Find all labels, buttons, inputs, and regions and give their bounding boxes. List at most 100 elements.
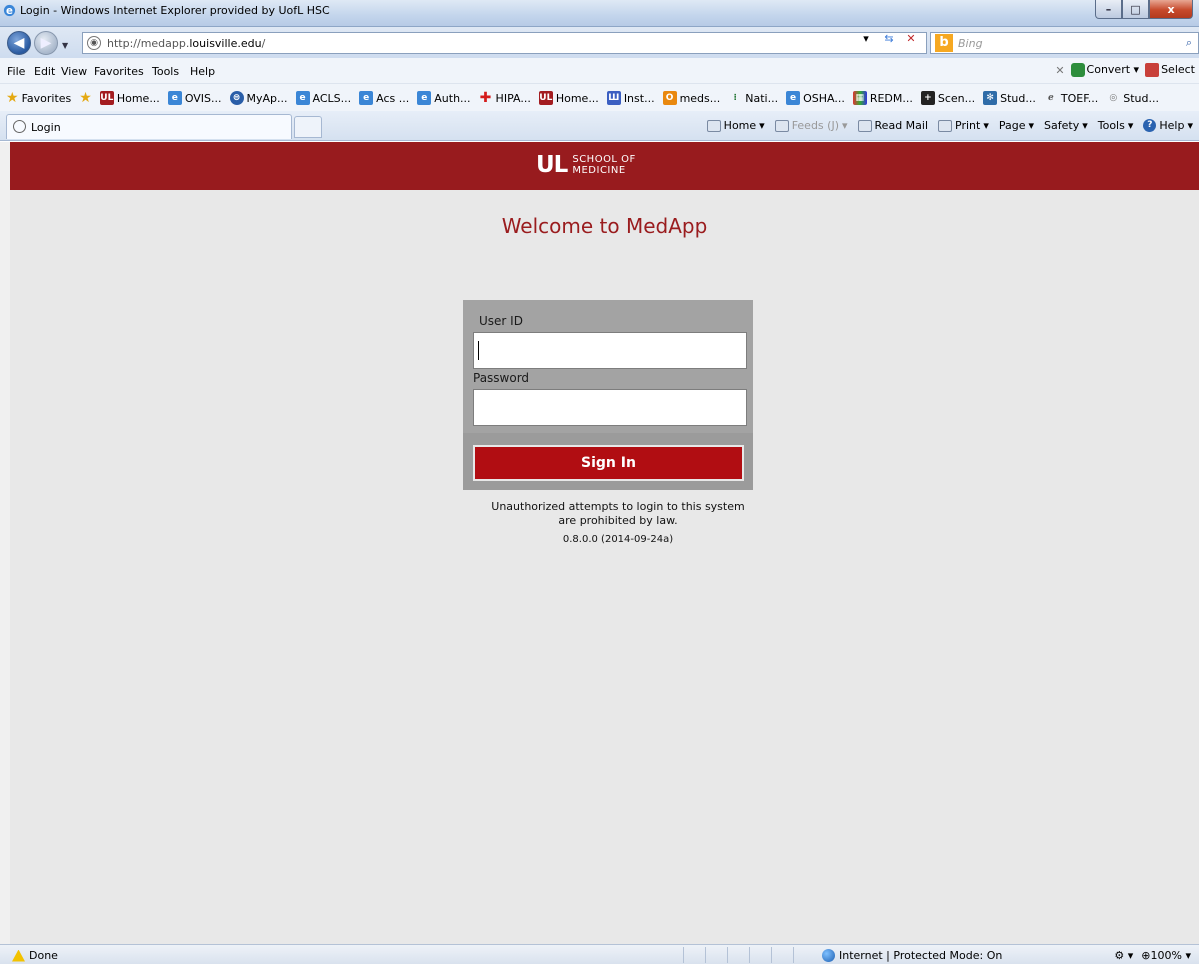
warning-icon [12,949,25,962]
close-toolbar-icon[interactable]: ✕ [1055,64,1064,77]
minimize-button[interactable]: – [1095,0,1122,19]
back-button[interactable]: ◀ [7,31,31,55]
address-url[interactable]: http://medapp.louisville.edu/ [107,37,265,50]
address-dropdown-icon[interactable]: ▾ [857,30,875,48]
school-of-medicine-logo: UL SCHOOL OF MEDICINE [536,153,636,177]
select-button[interactable]: Select [1145,63,1195,77]
svg-text:e: e [6,6,13,17]
search-input[interactable]: b Bing ⌕ [930,32,1199,54]
favorite-link-1[interactable]: UL Home... [99,90,160,106]
address-row: ◀ ▶ ▼ ◉ http://medapp.louisville.edu/ ▾ … [0,27,1199,58]
favorite-link-13[interactable]: ▦ REDM... [852,90,913,106]
window-title: Login - Windows Internet Explorer provid… [20,4,330,17]
red-cross-icon: ✚ [479,90,492,106]
new-tab-button[interactable] [294,116,322,138]
favorite-link-16[interactable]: ℯ TOEF... [1044,90,1098,106]
zoom-control[interactable]: ⊕100% ▾ [1141,949,1191,962]
ul-icon: UL [99,91,114,105]
convert-icon [1070,63,1085,77]
ie-page-icon: e [167,91,182,105]
favorite-link-6[interactable]: e Auth... [417,90,471,106]
history-dropdown-icon[interactable]: ▼ [62,41,68,50]
password-input[interactable] [473,389,747,426]
ie-page-icon: e [295,91,310,105]
status-done: Done [12,949,58,962]
ie-outline-icon: ℯ [1048,93,1054,103]
menu-tools[interactable]: Tools [152,65,179,78]
print-button[interactable]: Print ▾ [938,119,989,132]
security-zone[interactable]: Internet | Protected Mode: On [822,949,1002,962]
forward-button[interactable]: ▶ [34,31,58,55]
menu-edit[interactable]: Edit [34,65,55,78]
user-id-input[interactable] [473,332,747,369]
favorite-link-11[interactable]: ⁝ Nati... [728,90,779,106]
stop-icon[interactable]: ✕ [902,30,920,48]
help-icon: ? [1143,119,1157,132]
menu-file[interactable]: File [7,65,25,78]
refresh-icon[interactable]: ⇆ [880,30,898,48]
ie-page-icon: e [359,91,374,105]
tab-row: Login Home ▾ Feeds (J) ▾ Read Mail Print… [0,111,1199,141]
sign-in-button[interactable]: Sign In [473,445,744,481]
favorite-link-12[interactable]: e OSHA... [786,90,845,106]
favorite-link-8[interactable]: UL Home... [538,90,599,106]
ul-logo-mark: UL [536,152,568,178]
close-button[interactable]: x [1149,0,1193,19]
tab-login[interactable]: Login [6,114,292,139]
logo-line-1: SCHOOL OF [572,154,636,165]
favorite-link-17[interactable]: ◎ Stud... [1106,90,1159,106]
home-icon [706,119,721,132]
window-title-bar[interactable]: e Login - Windows Internet Explorer prov… [0,0,1199,27]
tools-menu-button[interactable]: Tools ▾ [1098,119,1134,132]
favorite-link-2[interactable]: e OVIS... [167,90,222,106]
menu-favorites[interactable]: Favorites [94,65,144,78]
page-viewport: UL SCHOOL OF MEDICINE Welcome to MedApp U… [0,142,1199,944]
convert-button[interactable]: Convert ▾ [1070,63,1139,77]
myapps-icon: ⊜ [229,91,244,105]
read-mail-button[interactable]: Read Mail [857,119,928,132]
favorite-link-4[interactable]: e ACLS... [295,90,351,106]
favorite-link-7[interactable]: ✚ HIPA... [479,90,531,106]
home-button[interactable]: Home ▾ [706,119,765,132]
favorite-link-15[interactable]: ✻ Stud... [983,90,1036,106]
add-favorite-icon: ★ [79,90,92,106]
maximize-button[interactable]: □ [1122,0,1149,19]
header-banner: UL SCHOOL OF MEDICINE [10,142,1199,190]
user-id-label: User ID [479,314,523,328]
favorite-link-9[interactable]: Ш Inst... [606,90,655,106]
safety-menu-button[interactable]: Safety ▾ [1044,119,1088,132]
outlook-icon: O [662,91,677,105]
ul-icon: UL [538,91,553,105]
menu-view[interactable]: View [61,65,87,78]
plus-icon: + [920,91,935,105]
status-panes [683,947,815,963]
bing-logo-icon: b [935,34,953,52]
feeds-button[interactable]: Feeds (J) ▾ [774,119,848,132]
version-label: 0.8.0.0 (2014-09-24a) [562,534,674,545]
logo-line-2: MEDICINE [572,165,626,176]
menu-help[interactable]: Help [190,65,215,78]
favorites-button[interactable]: ★ Favorites [6,90,71,106]
search-icon[interactable]: ⌕ [1186,36,1192,50]
page-menu-button[interactable]: Page ▾ [999,119,1034,132]
ie-logo-icon: e [3,4,16,17]
legal-notice: Unauthorized attempts to login to this s… [10,500,1199,528]
tab-title: Login [31,121,61,134]
add-favorite-button[interactable]: ★ [79,90,92,106]
add-ons-icon[interactable]: ⚙ ▾ [1114,949,1133,962]
login-form: User ID Password Sign In [463,300,753,490]
favorite-link-10[interactable]: Omeds... [662,90,720,106]
redcap-icon: ▦ [852,91,867,105]
mail-icon [857,119,872,132]
favorite-link-5[interactable]: e Acs ... [359,90,409,106]
help-menu-button[interactable]: ? Help ▾ [1143,119,1193,132]
address-bar[interactable]: ◉ http://medapp.louisville.edu/ [82,32,927,54]
globe-icon [822,949,835,962]
ie-page-icon: e [417,91,432,105]
snowflake-icon: ✻ [983,91,998,105]
password-label: Password [473,371,530,385]
nih-icon: ⁝ [733,93,737,103]
favorite-link-14[interactable]: + Scen... [920,90,975,106]
favorite-link-3[interactable]: ⊜ MyAp... [229,90,288,106]
legal-notice-line-2: are prohibited by law. [558,514,678,527]
